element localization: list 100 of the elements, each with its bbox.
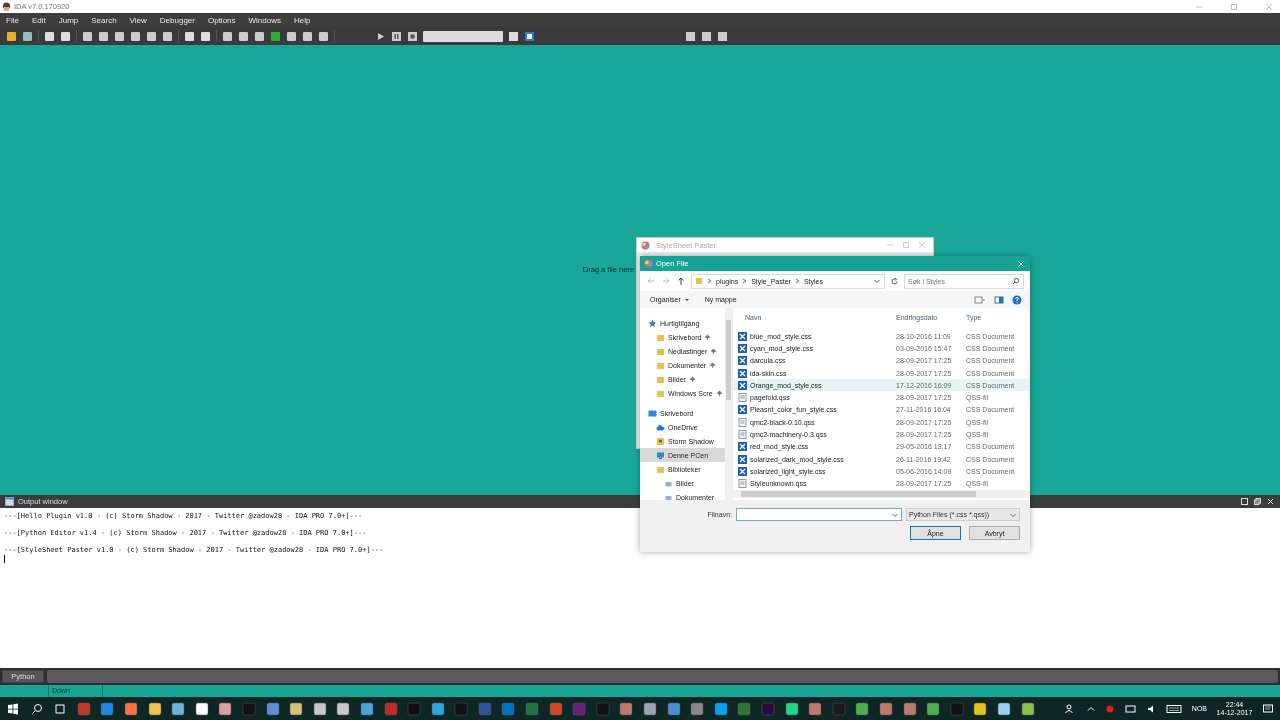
- app-icon[interactable]: [430, 701, 445, 716]
- text-file-icon: [738, 393, 747, 403]
- filename-field[interactable]: [736, 508, 902, 521]
- app-icon[interactable]: [171, 701, 186, 716]
- refresh-icon[interactable]: [890, 276, 899, 286]
- chevron-icon: [793, 277, 801, 285]
- toolbar-icon[interactable]: [98, 30, 109, 42]
- text-file-icon: [738, 430, 747, 439]
- tools-file-icon: [738, 331, 747, 341]
- toolbar-icon[interactable]: [318, 30, 329, 42]
- scrollbar[interactable]: [725, 308, 732, 500]
- app-icon[interactable]: [784, 701, 799, 716]
- command-line-field[interactable]: [47, 670, 1278, 683]
- debugger-field[interactable]: [423, 30, 503, 42]
- chevron-icon: [706, 277, 713, 285]
- app-icon[interactable]: [643, 701, 658, 716]
- stop-icon[interactable]: [407, 30, 418, 42]
- caret-icon[interactable]: [683, 296, 690, 303]
- text-cursor: [4, 555, 5, 563]
- star-icon: [648, 318, 657, 328]
- start-icon[interactable]: [6, 701, 20, 716]
- toolbar-icon[interactable]: [286, 30, 297, 42]
- network-icon[interactable]: [1125, 703, 1138, 714]
- menu-item[interactable]: Help: [294, 15, 311, 25]
- tools-file-icon: [738, 442, 747, 452]
- menu-item[interactable]: Search: [91, 15, 117, 25]
- float-icon[interactable]: [1253, 497, 1262, 506]
- app-icon: [2, 2, 11, 11]
- menu-item[interactable]: Jump: [58, 15, 79, 25]
- toolbar-icon[interactable]: [238, 30, 249, 42]
- up-icon[interactable]: [676, 276, 686, 286]
- scroll-thumb[interactable]: [741, 491, 976, 497]
- toolbar-icon[interactable]: [685, 30, 696, 42]
- toolbar-icon[interactable]: [184, 30, 195, 42]
- record-icon[interactable]: [1105, 703, 1116, 714]
- folder-icon: [695, 277, 703, 285]
- desktop-icon: [648, 408, 657, 418]
- play-icon[interactable]: [375, 30, 386, 42]
- toolbar-icon[interactable]: [22, 30, 33, 42]
- menu-item[interactable]: Options: [207, 15, 236, 25]
- app-icon[interactable]: [147, 701, 162, 716]
- toolbar-icon[interactable]: [82, 30, 93, 42]
- toolbar-icon[interactable]: [701, 30, 712, 42]
- menu-item[interactable]: File: [6, 15, 19, 25]
- app-icon[interactable]: [336, 701, 351, 716]
- app-icon[interactable]: [1020, 701, 1035, 716]
- keyboard-icon[interactable]: [1166, 703, 1183, 714]
- task-view-icon[interactable]: [53, 701, 68, 716]
- toolbar-icon[interactable]: [254, 30, 265, 42]
- toolbar-icon[interactable]: [222, 30, 233, 42]
- toolbar-icon[interactable]: [162, 30, 173, 42]
- tools-file-icon: [738, 380, 747, 390]
- tools-file-icon: [738, 343, 747, 353]
- search-icon: [1012, 277, 1020, 285]
- app-icon[interactable]: [312, 701, 327, 716]
- tools-file-icon: [738, 454, 747, 464]
- menu-item[interactable]: View: [129, 15, 147, 25]
- app-icon[interactable]: [359, 701, 374, 716]
- maximize-icon[interactable]: [1240, 497, 1249, 506]
- preview-pane-icon[interactable]: [994, 294, 1004, 305]
- app-icon[interactable]: [123, 701, 138, 716]
- app-icon[interactable]: [289, 701, 304, 716]
- tools-file-icon: [738, 356, 747, 366]
- tools-file-icon: [738, 466, 747, 476]
- menu-item[interactable]: Edit: [31, 15, 46, 25]
- app-icon[interactable]: [218, 701, 233, 716]
- chevron-icon: [741, 277, 749, 285]
- toolbar-icon[interactable]: [508, 30, 519, 42]
- toolbar-icon[interactable]: [146, 30, 157, 42]
- scroll-thumb[interactable]: [726, 320, 731, 400]
- toolbar-icon[interactable]: [60, 30, 71, 42]
- toolbar-icon[interactable]: [44, 30, 55, 42]
- toolbar-icon[interactable]: [200, 30, 211, 42]
- tools-file-icon: [738, 405, 747, 415]
- toolbar-icon[interactable]: [524, 30, 535, 42]
- cloud-icon: [656, 422, 665, 432]
- notification-icon[interactable]: [1262, 702, 1274, 715]
- color-wheel-icon: [644, 259, 653, 268]
- app-icon[interactable]: [713, 701, 728, 716]
- toolbar-icon[interactable]: [302, 30, 313, 42]
- text-file-icon: [738, 479, 747, 489]
- pause-icon[interactable]: [391, 30, 402, 42]
- folder-icon: [656, 464, 665, 474]
- toolbar-icon[interactable]: [130, 30, 141, 42]
- toolbar-icon[interactable]: [717, 30, 728, 42]
- user-folder-icon: [656, 436, 665, 446]
- close-icon[interactable]: [1266, 497, 1275, 506]
- computer-icon: [656, 450, 665, 460]
- app-icon[interactable]: [855, 701, 870, 716]
- menu-item[interactable]: Debugger: [159, 15, 195, 25]
- help-icon[interactable]: [1012, 294, 1022, 305]
- app-icon[interactable]: [973, 701, 988, 716]
- text-file-icon: [738, 417, 747, 427]
- toolbar-icon[interactable]: [114, 30, 125, 42]
- app-icon[interactable]: [926, 701, 941, 716]
- menu-item[interactable]: Windows: [248, 15, 281, 25]
- scrollbar[interactable]: [733, 490, 1030, 498]
- app-icon[interactable]: [194, 701, 209, 716]
- toolbar-icon[interactable]: [6, 30, 17, 42]
- app-icon[interactable]: [996, 701, 1011, 716]
